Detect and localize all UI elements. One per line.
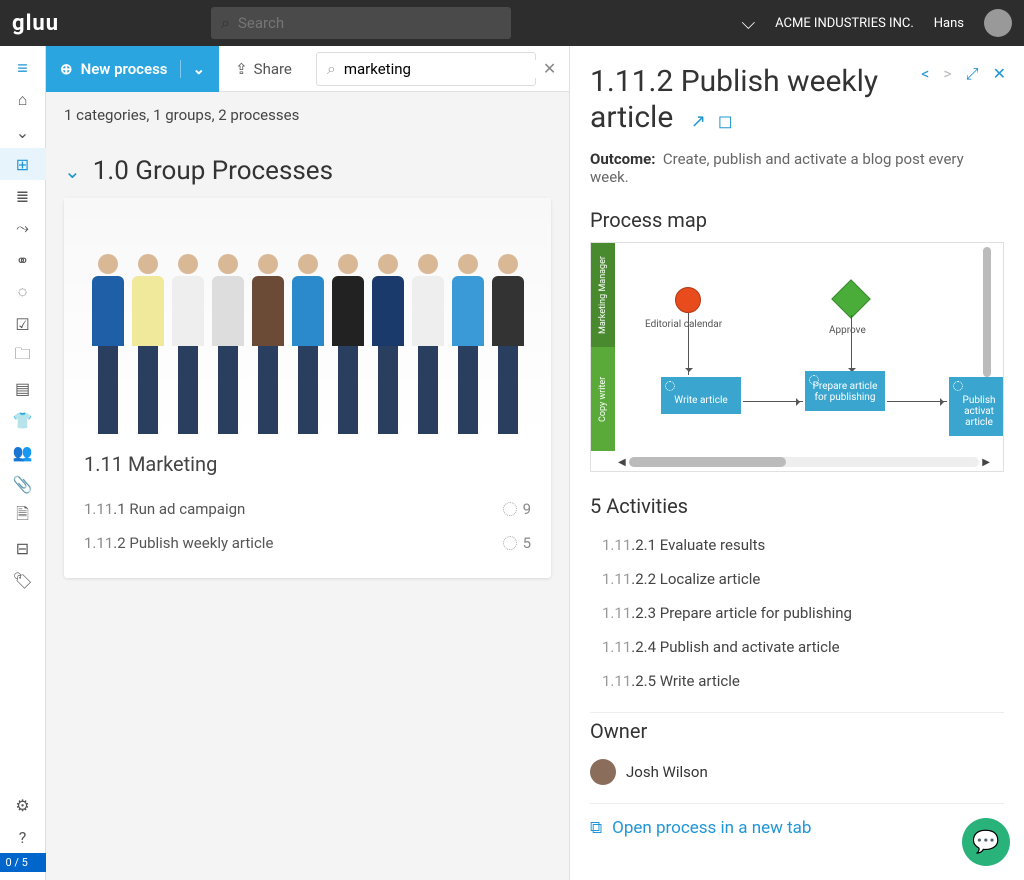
open-external-icon: ⧉ (590, 818, 602, 838)
activity-item[interactable]: 1.11.2.4 Publish and activate article (602, 630, 1004, 664)
vertical-scrollbar[interactable] (983, 247, 991, 377)
bpmn-gateway[interactable] (831, 279, 871, 319)
horizontal-scrollbar[interactable]: ◀ ▶ (615, 456, 993, 468)
plus-icon: ⊕ (60, 60, 73, 78)
process-name: .2 Publish weekly article (113, 534, 273, 552)
expand-icon[interactable]: ⤢ (966, 64, 979, 84)
scroll-right-icon[interactable]: ▶ (979, 457, 993, 468)
shirt-icon[interactable]: 👕 (0, 404, 46, 436)
process-map-heading: Process map (590, 208, 1004, 232)
user-avatar[interactable] (984, 9, 1012, 37)
activity-item[interactable]: 1.11.2.1 Evaluate results (602, 528, 1004, 562)
folder-icon[interactable]: 🗀 (0, 340, 46, 372)
lane-label: Copy writer (591, 347, 615, 451)
process-row[interactable]: 1.11.2 Publish weekly article 5 (84, 526, 531, 560)
process-count: 5 (523, 534, 531, 552)
attach-icon[interactable]: 📎 (0, 468, 46, 500)
task-label: Prepare article for publishing (813, 381, 878, 403)
group-image (64, 198, 551, 434)
bpmn-task[interactable]: Prepare article for publishing (805, 371, 885, 411)
grid-icon[interactable]: ⊞ (0, 148, 46, 180)
open-new-tab-link[interactable]: ⧉ Open process in a new tab (590, 803, 1004, 852)
owner-name: Josh Wilson (626, 763, 708, 781)
chevron-down-icon[interactable]: ⌄ (64, 159, 81, 183)
detail-panel: || < > ⤢ ✕ 1.11.2 Publish weekly article… (569, 46, 1024, 880)
process-num: 1.11 (84, 500, 113, 518)
user-name[interactable]: Hans (934, 16, 964, 31)
cycle-icon (503, 502, 517, 516)
process-map[interactable]: Marketing Manager Copy writer Editorial … (590, 242, 1004, 472)
group-title: 1.0 Group Processes (93, 156, 333, 186)
activity-item[interactable]: 1.11.2.2 Localize article (602, 562, 1004, 596)
process-num: 1.11 (84, 534, 113, 552)
search-input[interactable] (238, 14, 501, 32)
bookmark-icon[interactable]: ◻ (718, 111, 733, 133)
prev-icon[interactable]: < (921, 64, 929, 84)
owner-heading: Owner (590, 719, 1004, 743)
share-button[interactable]: ⇪ Share (219, 60, 308, 78)
home-icon[interactable]: ⌂ (0, 84, 46, 116)
company-name: ACME INDUSTRIES INC. (775, 16, 914, 31)
outcome-label: Outcome: (590, 150, 655, 168)
chevron-down-icon[interactable]: ⌄ (180, 60, 206, 78)
check-icon[interactable]: ☑ (0, 308, 46, 340)
counter-badge: 0 / 5 (0, 853, 46, 872)
clear-icon[interactable]: ✕ (543, 59, 556, 78)
filter-input[interactable] (344, 60, 543, 78)
left-sidebar: ≡ ⌂ ⌄ ⊞ ≣ ⤳ ⚭ ◌ ☑ 🗀 ▤ 👕 👥 📎 🗎 ⊟ 🏷 ⚙ ? 0 … (0, 46, 46, 880)
menu-icon[interactable]: ≡ (0, 52, 46, 84)
line-icon[interactable]: ⤳ (0, 212, 46, 244)
card-title[interactable]: 1.11 Marketing (84, 452, 531, 476)
activity-item[interactable]: 1.11.2.5 Write article (602, 664, 1004, 698)
brand-logo[interactable]: gluu (12, 11, 59, 36)
open-external-icon[interactable]: ↗ (691, 111, 706, 133)
bpmn-label: Approve (829, 325, 866, 336)
results-meta: 1 categories, 1 groups, 2 processes (46, 92, 569, 138)
bpmn-task[interactable]: Write article (661, 377, 741, 414)
app-icon[interactable]: ⊟ (0, 532, 46, 564)
close-icon[interactable]: ✕ (993, 64, 1006, 84)
filter-box[interactable]: ⌕ ✕ (316, 52, 536, 86)
chat-button[interactable]: 💬 (962, 818, 1010, 866)
process-row[interactable]: 1.11.1 Run ad campaign 9 (84, 492, 531, 526)
new-process-label: New process (81, 60, 168, 78)
group-card: 1.11 Marketing 1.11.1 Run ad campaign 9 … (64, 198, 551, 578)
lane-label: Marketing Manager (591, 243, 615, 347)
chevron-down-icon[interactable]: ⌄ (0, 116, 46, 148)
search-icon: ⌕ (221, 13, 230, 33)
form-icon[interactable]: 🗎 (0, 500, 46, 532)
bpmn-label: Editorial calendar (645, 319, 722, 330)
people-icon[interactable]: 👥 (0, 436, 46, 468)
share-label: Share (254, 60, 292, 78)
settings-icon[interactable]: ⚙ (0, 789, 46, 821)
bpmn-task[interactable]: Publish activat article (949, 377, 1004, 436)
tag-icon[interactable]: 🏷 (0, 564, 46, 596)
search-icon: ⌕ (327, 59, 336, 79)
share-icon: ⇪ (235, 60, 248, 78)
activity-item[interactable]: 1.11.2.3 Prepare article for publishing (602, 596, 1004, 630)
open-link-label: Open process in a new tab (612, 818, 811, 838)
next-icon[interactable]: > (943, 64, 951, 84)
owner-avatar[interactable] (590, 759, 616, 785)
megaphone-icon[interactable]: ⌵ (741, 13, 755, 34)
doc-icon[interactable]: ▤ (0, 372, 46, 404)
graph-icon[interactable]: ⚭ (0, 244, 46, 276)
process-count: 9 (523, 500, 531, 518)
scroll-left-icon[interactable]: ◀ (615, 457, 629, 468)
new-process-button[interactable]: ⊕ New process ⌄ (46, 46, 219, 92)
cycle-icon (503, 536, 517, 550)
list-icon[interactable]: ≣ (0, 180, 46, 212)
bpmn-start-event[interactable] (675, 287, 701, 313)
help-icon[interactable]: ? (0, 821, 46, 853)
activities-heading: 5 Activities (590, 494, 1004, 518)
global-search[interactable]: ⌕ (211, 7, 511, 39)
task-label: Write article (674, 395, 727, 406)
detail-title-text: 1.11.2 Publish weekly article (590, 64, 878, 135)
process-name: .1 Run ad campaign (113, 500, 245, 518)
refresh-icon[interactable]: ◌ (0, 276, 46, 308)
task-label: Publish activat article (963, 395, 996, 428)
